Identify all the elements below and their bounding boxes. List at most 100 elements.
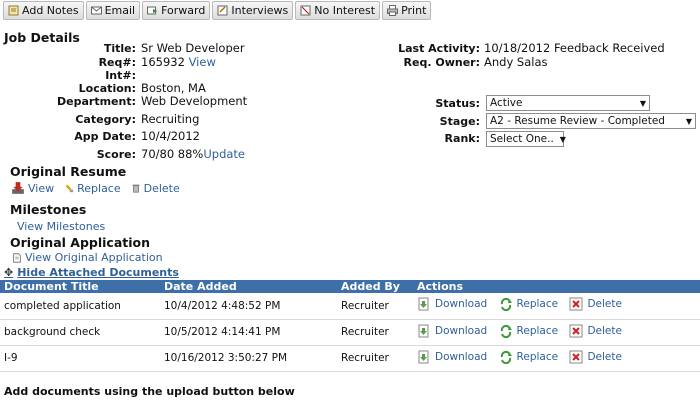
location-label: Location: <box>78 82 136 95</box>
department-label: Department: <box>57 95 136 108</box>
refresh-icon <box>500 350 512 364</box>
document-date: 10/16/2012 3:50:27 PM <box>160 345 337 372</box>
score-update-link[interactable]: Update <box>203 147 245 161</box>
replace-button[interactable]: Replace <box>499 297 558 312</box>
documents-table: Document Title Date Added Added By Actio… <box>0 280 700 372</box>
stage-select[interactable]: A2 - Resume Review - Completed ▼ <box>486 113 696 129</box>
download-button[interactable]: Download <box>417 350 487 364</box>
replace-icon <box>65 184 74 193</box>
download-icon <box>12 182 24 194</box>
delete-button[interactable]: Delete <box>569 324 622 338</box>
document-actions: Download Replace Delete <box>413 293 700 320</box>
notes-icon <box>8 5 19 16</box>
original-resume-heading: Original Resume <box>10 164 127 179</box>
table-row: completed application 10/4/2012 4:48:52 … <box>0 293 700 320</box>
status-label: Status: <box>435 97 480 110</box>
column-header-added-by: Added By <box>337 280 413 293</box>
download-button[interactable]: Download <box>417 297 487 311</box>
table-row: I-9 10/16/2012 3:50:27 PM Recruiter Down… <box>0 345 700 372</box>
download-icon <box>418 297 429 311</box>
resume-replace-link[interactable]: Replace <box>64 182 121 195</box>
req-value: 165932 View <box>141 55 216 69</box>
download-icon <box>418 350 429 363</box>
delete-icon <box>569 350 583 363</box>
forward-button[interactable]: Forward <box>142 1 211 20</box>
no-interest-button[interactable]: No Interest <box>295 1 381 20</box>
category-label: Category: <box>75 113 136 126</box>
interviews-icon <box>217 5 228 16</box>
document-title: I-9 <box>0 345 160 372</box>
email-button[interactable]: Email <box>85 1 141 20</box>
document-title: background check <box>0 319 160 346</box>
status-selected-value: Active <box>490 97 523 109</box>
trash-icon <box>132 184 139 193</box>
document-date: 10/4/2012 4:48:52 PM <box>160 293 337 320</box>
resume-delete-link[interactable]: Delete <box>131 182 180 195</box>
document-actions: Download Replace Delete <box>413 319 700 346</box>
hide-attached-documents-toggle[interactable]: ✥ Hide Attached Documents <box>4 266 179 279</box>
add-notes-button[interactable]: Add Notes <box>3 1 84 20</box>
upload-instructions: Add documents using the upload button be… <box>4 385 295 398</box>
download-button[interactable]: Download <box>417 324 487 338</box>
delete-button[interactable]: Delete <box>569 297 622 311</box>
download-icon <box>418 324 429 337</box>
req-number: 165932 <box>141 55 185 69</box>
category-value: Recruiting <box>141 112 200 126</box>
title-value: Sr Web Developer <box>141 41 245 55</box>
move-icon: ✥ <box>4 266 14 279</box>
column-header-actions: Actions <box>413 280 700 293</box>
rank-select[interactable]: Select One.. ▼ <box>486 131 566 147</box>
column-header-date-added: Date Added <box>160 280 337 293</box>
resume-view-link[interactable]: View <box>11 181 54 195</box>
print-icon <box>387 5 399 16</box>
last-activity-value: 10/18/2012 Feedback Received <box>484 41 665 55</box>
app-date-label: App Date: <box>74 130 136 143</box>
chevron-down-icon: ▼ <box>639 98 646 108</box>
toolbar: Add Notes Email Forward Interviews No In… <box>3 1 432 20</box>
department-value: Web Development <box>141 94 248 108</box>
delete-button[interactable]: Delete <box>569 350 622 364</box>
req-view-link[interactable]: View <box>189 55 216 69</box>
view-original-application-link[interactable]: View Original Application <box>12 251 163 264</box>
refresh-icon <box>500 324 512 338</box>
title-label: Title: <box>103 42 136 55</box>
original-application-heading: Original Application <box>10 235 151 250</box>
print-button[interactable]: Print <box>382 1 432 20</box>
no-interest-icon <box>300 5 311 16</box>
document-added-by: Recruiter <box>337 293 413 320</box>
refresh-icon <box>500 298 512 312</box>
rank-selected-value: Select One.. <box>490 133 554 145</box>
document-title: completed application <box>0 293 160 320</box>
view-milestones-link[interactable]: View Milestones <box>17 220 105 233</box>
forward-icon <box>147 6 158 15</box>
score-number: 70/80 88% <box>141 147 204 161</box>
document-added-by: Recruiter <box>337 345 413 372</box>
email-icon <box>90 6 102 15</box>
replace-button[interactable]: Replace <box>499 324 558 338</box>
delete-icon <box>569 297 583 311</box>
replace-button[interactable]: Replace <box>499 350 558 364</box>
milestones-heading: Milestones <box>10 202 87 217</box>
last-activity-label: Last Activity: <box>398 42 480 55</box>
table-row: background check 10/5/2012 4:14:41 PM Re… <box>0 319 700 346</box>
score-label: Score: <box>96 148 136 161</box>
status-select[interactable]: Active ▼ <box>486 95 650 111</box>
interviews-button[interactable]: Interviews <box>212 1 294 20</box>
req-label: Req#: <box>98 56 136 69</box>
document-actions: Download Replace Delete <box>413 345 700 372</box>
table-header-row: Document Title Date Added Added By Actio… <box>0 280 700 293</box>
int-label: Int#: <box>105 69 136 82</box>
req-owner-value: Andy Salas <box>484 55 548 69</box>
score-value: 70/80 88%Update <box>141 147 245 161</box>
resume-actions: View Replace Delete <box>11 181 180 195</box>
req-owner-label: Req. Owner: <box>403 56 480 69</box>
rank-label: Rank: <box>444 132 480 145</box>
location-value: Boston, MA <box>141 81 206 95</box>
document-date: 10/5/2012 4:14:41 PM <box>160 319 337 346</box>
app-date-value: 10/4/2012 <box>141 129 200 143</box>
stage-label: Stage: <box>439 115 480 128</box>
column-header-document-title: Document Title <box>0 280 160 293</box>
stage-selected-value: A2 - Resume Review - Completed <box>490 115 665 127</box>
chevron-down-icon: ▼ <box>559 134 566 144</box>
delete-icon <box>569 324 583 337</box>
